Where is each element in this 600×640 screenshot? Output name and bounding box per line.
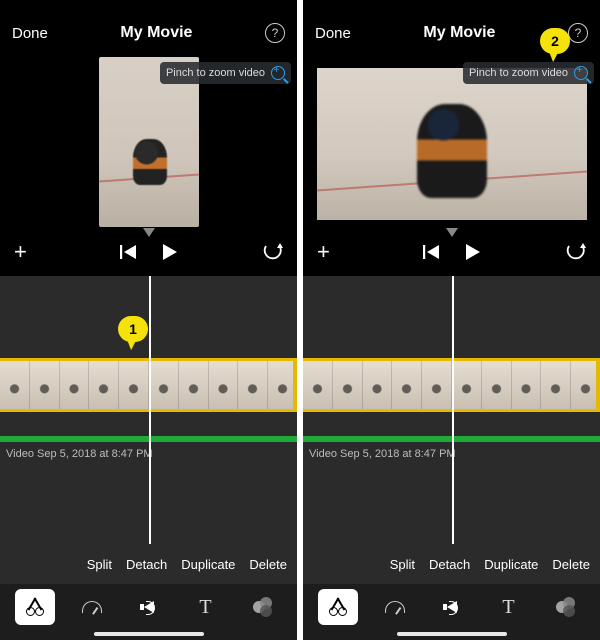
done-button[interactable]: Done xyxy=(12,25,48,42)
add-media-button[interactable]: + xyxy=(14,239,27,265)
video-preview[interactable]: Pinch to zoom video xyxy=(303,56,600,228)
annotation-callout-1: 1 xyxy=(118,316,148,342)
done-button[interactable]: Done xyxy=(315,25,351,42)
playhead-marker-icon xyxy=(446,228,458,237)
preview-frame-landscape xyxy=(317,68,587,220)
titles-tool-button[interactable]: T xyxy=(186,589,226,625)
delete-button[interactable]: Delete xyxy=(249,557,287,572)
filters-tool-button[interactable] xyxy=(546,589,586,625)
project-title: My Movie xyxy=(423,24,495,42)
duplicate-button[interactable]: Duplicate xyxy=(484,557,538,572)
volume-tool-button[interactable] xyxy=(129,589,169,625)
pinch-zoom-hint[interactable]: Pinch to zoom video xyxy=(463,62,594,84)
scissors-icon xyxy=(329,598,347,616)
speedometer-icon xyxy=(385,601,405,613)
scissors-icon xyxy=(26,598,44,616)
speaker-icon xyxy=(447,601,457,613)
cut-tool-button[interactable] xyxy=(318,589,358,625)
playhead[interactable] xyxy=(149,276,151,584)
detach-button[interactable]: Detach xyxy=(126,557,167,572)
detach-button[interactable]: Detach xyxy=(429,557,470,572)
help-icon[interactable]: ? xyxy=(568,23,588,43)
text-icon: T xyxy=(199,596,211,619)
bottom-toolbar: T xyxy=(0,584,297,640)
bottom-toolbar: T xyxy=(303,584,600,640)
split-button[interactable]: Split xyxy=(390,557,415,572)
speed-tool-button[interactable] xyxy=(375,589,415,625)
split-button[interactable]: Split xyxy=(87,557,112,572)
clip-metadata: Video Sep 5, 2018 at 8:47 PM xyxy=(309,448,456,460)
header-bar: Done My Movie ? xyxy=(0,0,297,56)
screen-before: Done My Movie ? Pinch to zoom video + xyxy=(0,0,297,640)
filters-tool-button[interactable] xyxy=(243,589,283,625)
help-icon[interactable]: ? xyxy=(265,23,285,43)
zoom-hint-label: Pinch to zoom video xyxy=(469,67,568,79)
prev-start-button[interactable] xyxy=(120,244,138,260)
video-preview[interactable]: Pinch to zoom video xyxy=(0,56,297,228)
undo-button[interactable] xyxy=(261,243,283,261)
clip-actions-bar: Split Detach Duplicate Delete xyxy=(0,544,297,584)
duplicate-button[interactable]: Duplicate xyxy=(181,557,235,572)
delete-button[interactable]: Delete xyxy=(552,557,590,572)
project-title: My Movie xyxy=(120,24,192,42)
undo-button[interactable] xyxy=(564,243,586,261)
cut-tool-button[interactable] xyxy=(15,589,55,625)
pinch-zoom-hint[interactable]: Pinch to zoom video xyxy=(160,62,291,84)
prev-start-button[interactable] xyxy=(423,244,441,260)
playhead-marker-icon xyxy=(143,228,155,237)
speed-tool-button[interactable] xyxy=(72,589,112,625)
speaker-icon xyxy=(144,601,154,613)
play-button[interactable] xyxy=(463,243,481,261)
volume-tool-button[interactable] xyxy=(432,589,472,625)
clip-actions-bar: Split Detach Duplicate Delete xyxy=(303,544,600,584)
annotation-callout-2: 2 xyxy=(540,28,570,54)
text-icon: T xyxy=(502,596,514,619)
home-indicator[interactable] xyxy=(94,632,204,636)
timeline[interactable]: 1 Video Sep 5, 2018 at 8:47 PM Split Det… xyxy=(0,276,297,584)
transport-bar: + xyxy=(0,228,297,276)
playhead[interactable] xyxy=(452,276,454,584)
magnifier-plus-icon xyxy=(271,66,285,80)
timeline[interactable]: Video Sep 5, 2018 at 8:47 PM Split Detac… xyxy=(303,276,600,584)
transport-bar: + xyxy=(303,228,600,276)
speedometer-icon xyxy=(82,601,102,613)
zoom-hint-label: Pinch to zoom video xyxy=(166,67,265,79)
screen-after: Done My Movie ? 2 Pinch to zoom video + xyxy=(303,0,600,640)
home-indicator[interactable] xyxy=(397,632,507,636)
magnifier-plus-icon xyxy=(574,66,588,80)
filters-icon xyxy=(253,597,273,617)
play-button[interactable] xyxy=(160,243,178,261)
filters-icon xyxy=(556,597,576,617)
add-media-button[interactable]: + xyxy=(317,239,330,265)
titles-tool-button[interactable]: T xyxy=(489,589,529,625)
clip-metadata: Video Sep 5, 2018 at 8:47 PM xyxy=(6,448,153,460)
